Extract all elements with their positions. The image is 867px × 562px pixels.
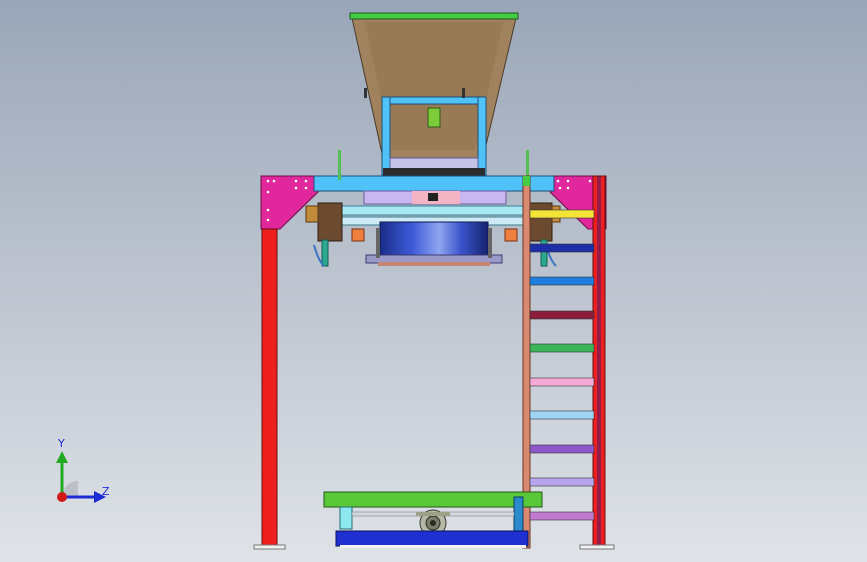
hopper-bracket-left	[381, 96, 391, 176]
main-cross-beam	[313, 175, 555, 192]
hopper-bolt	[462, 88, 465, 98]
ladder-rung	[529, 343, 595, 353]
guide-rod-left	[338, 150, 341, 180]
drum-bottom-ring	[378, 262, 490, 266]
hopper-bracket-right	[477, 96, 487, 176]
ladder-rung	[529, 243, 595, 253]
right-foot	[579, 544, 615, 550]
ladder-rung	[529, 511, 595, 521]
pallet-top-plate	[323, 491, 543, 508]
clamp-beam-upper	[335, 205, 533, 216]
left-foot	[253, 544, 286, 550]
hopper-outlet-clamp	[383, 168, 485, 176]
z-axis-label: Z	[102, 485, 110, 498]
hopper-bolt	[364, 88, 367, 98]
ladder-rung	[529, 377, 595, 387]
pallet-post-left	[339, 506, 353, 530]
ladder-rungs	[529, 209, 595, 521]
ladder-rung	[529, 209, 595, 219]
bagging-machine-model	[253, 12, 615, 550]
ladder-rung	[529, 310, 595, 320]
hopper-rim	[349, 12, 519, 20]
load-cell	[428, 193, 438, 201]
pallet-floor-plate	[340, 545, 526, 548]
ladder-rail-cap	[523, 176, 530, 186]
ladder-rung	[529, 477, 595, 487]
pallet-conveyor	[323, 491, 543, 548]
ladder-rung	[529, 410, 595, 420]
triad-axes	[56, 451, 106, 503]
hopper-tag	[427, 107, 441, 128]
orientation-triad[interactable]: Y Z	[40, 435, 130, 515]
pallet-base	[335, 530, 529, 547]
hopper	[349, 12, 519, 176]
discharge-drum	[365, 221, 503, 266]
left-leg	[261, 228, 278, 548]
y-axis-label: Y	[58, 437, 65, 450]
hopper-bracket-top	[381, 96, 487, 105]
cad-viewport[interactable]: Y Z	[0, 0, 867, 562]
y-axis-arrow	[56, 451, 68, 463]
right-leg-inner	[597, 176, 601, 547]
pallet-post-right	[513, 496, 524, 533]
x-axis-origin	[57, 492, 67, 502]
ladder-rung	[529, 444, 595, 454]
ladder-rung	[529, 276, 595, 286]
